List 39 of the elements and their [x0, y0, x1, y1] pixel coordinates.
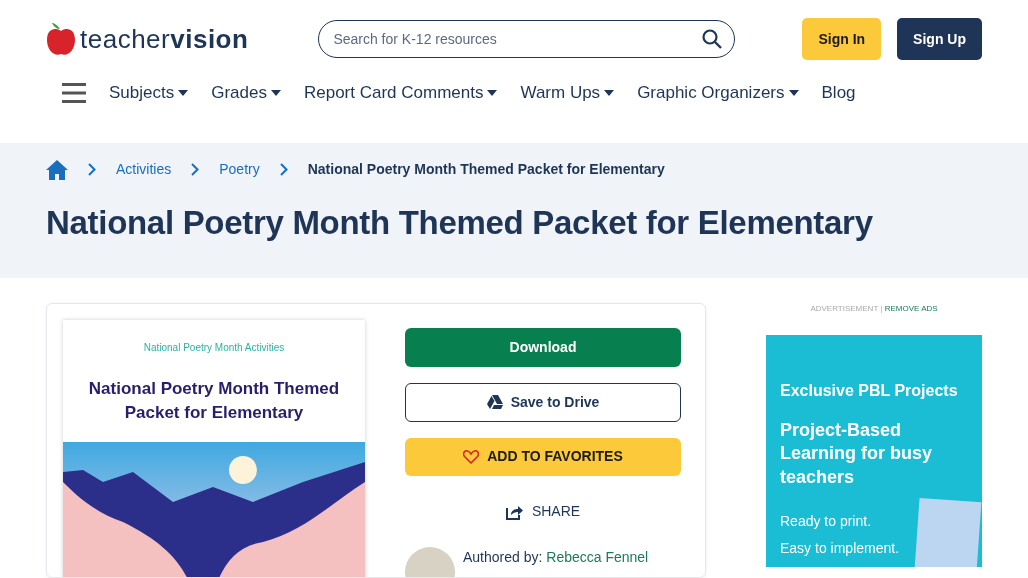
logo-text[interactable]: teachervision [80, 26, 249, 52]
cover-title: National Poetry Month Themed Packet for Elementary [87, 378, 341, 424]
heart-icon [463, 449, 480, 464]
remove-ads-link[interactable]: REMOVE ADS [884, 304, 938, 313]
author-link[interactable]: Rebecca Fennel [546, 549, 649, 565]
sign-up-button[interactable]: Sign Up [897, 18, 982, 60]
nav-link[interactable]: Warm Ups [520, 80, 615, 106]
nav-link[interactable]: Graphic Organizers [637, 80, 799, 106]
apple-icon [46, 21, 76, 57]
breadcrumb-current: National Poetry Month Themed Packet for Elementary [307, 160, 665, 179]
drive-button[interactable]: Save to Drive [405, 382, 681, 422]
nav-link[interactable]: Subjects [109, 80, 189, 106]
separator: | [880, 304, 883, 313]
chevron-icon [88, 163, 96, 176]
ad-kicker: Exclusive PBL Projects [780, 381, 959, 401]
share-icon [505, 503, 524, 520]
advertisement-label: ADVERTISEMENT [810, 304, 879, 313]
search-icon[interactable] [702, 29, 723, 49]
share-button[interactable]: SHARE [405, 492, 681, 531]
nav-link[interactable]: Grades [211, 80, 281, 106]
author-text: Authored by: Rebecca Fennel [463, 548, 649, 567]
nav-link[interactable]: Blog [821, 80, 856, 106]
ad-text: Ready to print. [780, 512, 872, 532]
nav-link[interactable]: Report Card Comments [303, 80, 498, 106]
ad-headline: Project-Based Learning for busy teachers [780, 419, 933, 489]
chevron-icon [191, 163, 200, 176]
breadcrumb-link[interactable]: Activities [116, 159, 172, 180]
drive-icon [486, 395, 503, 410]
download-button[interactable]: Download [405, 328, 681, 367]
chevron-icon [279, 163, 288, 176]
page-title: National Poetry Month Themed Packet for Elementary [46, 203, 874, 243]
cover-subtitle: National Poetry Month Activities [142, 341, 286, 355]
avatar [405, 547, 455, 577]
breadcrumb-link[interactable]: Poetry [219, 159, 260, 180]
home-icon[interactable] [46, 159, 68, 180]
sign-in-button[interactable]: Sign In [802, 18, 882, 60]
ad-text: Easy to implement. [780, 539, 900, 559]
menu-icon[interactable] [62, 82, 86, 103]
favorite-button[interactable]: ADD TO FAVORITES [405, 437, 681, 477]
